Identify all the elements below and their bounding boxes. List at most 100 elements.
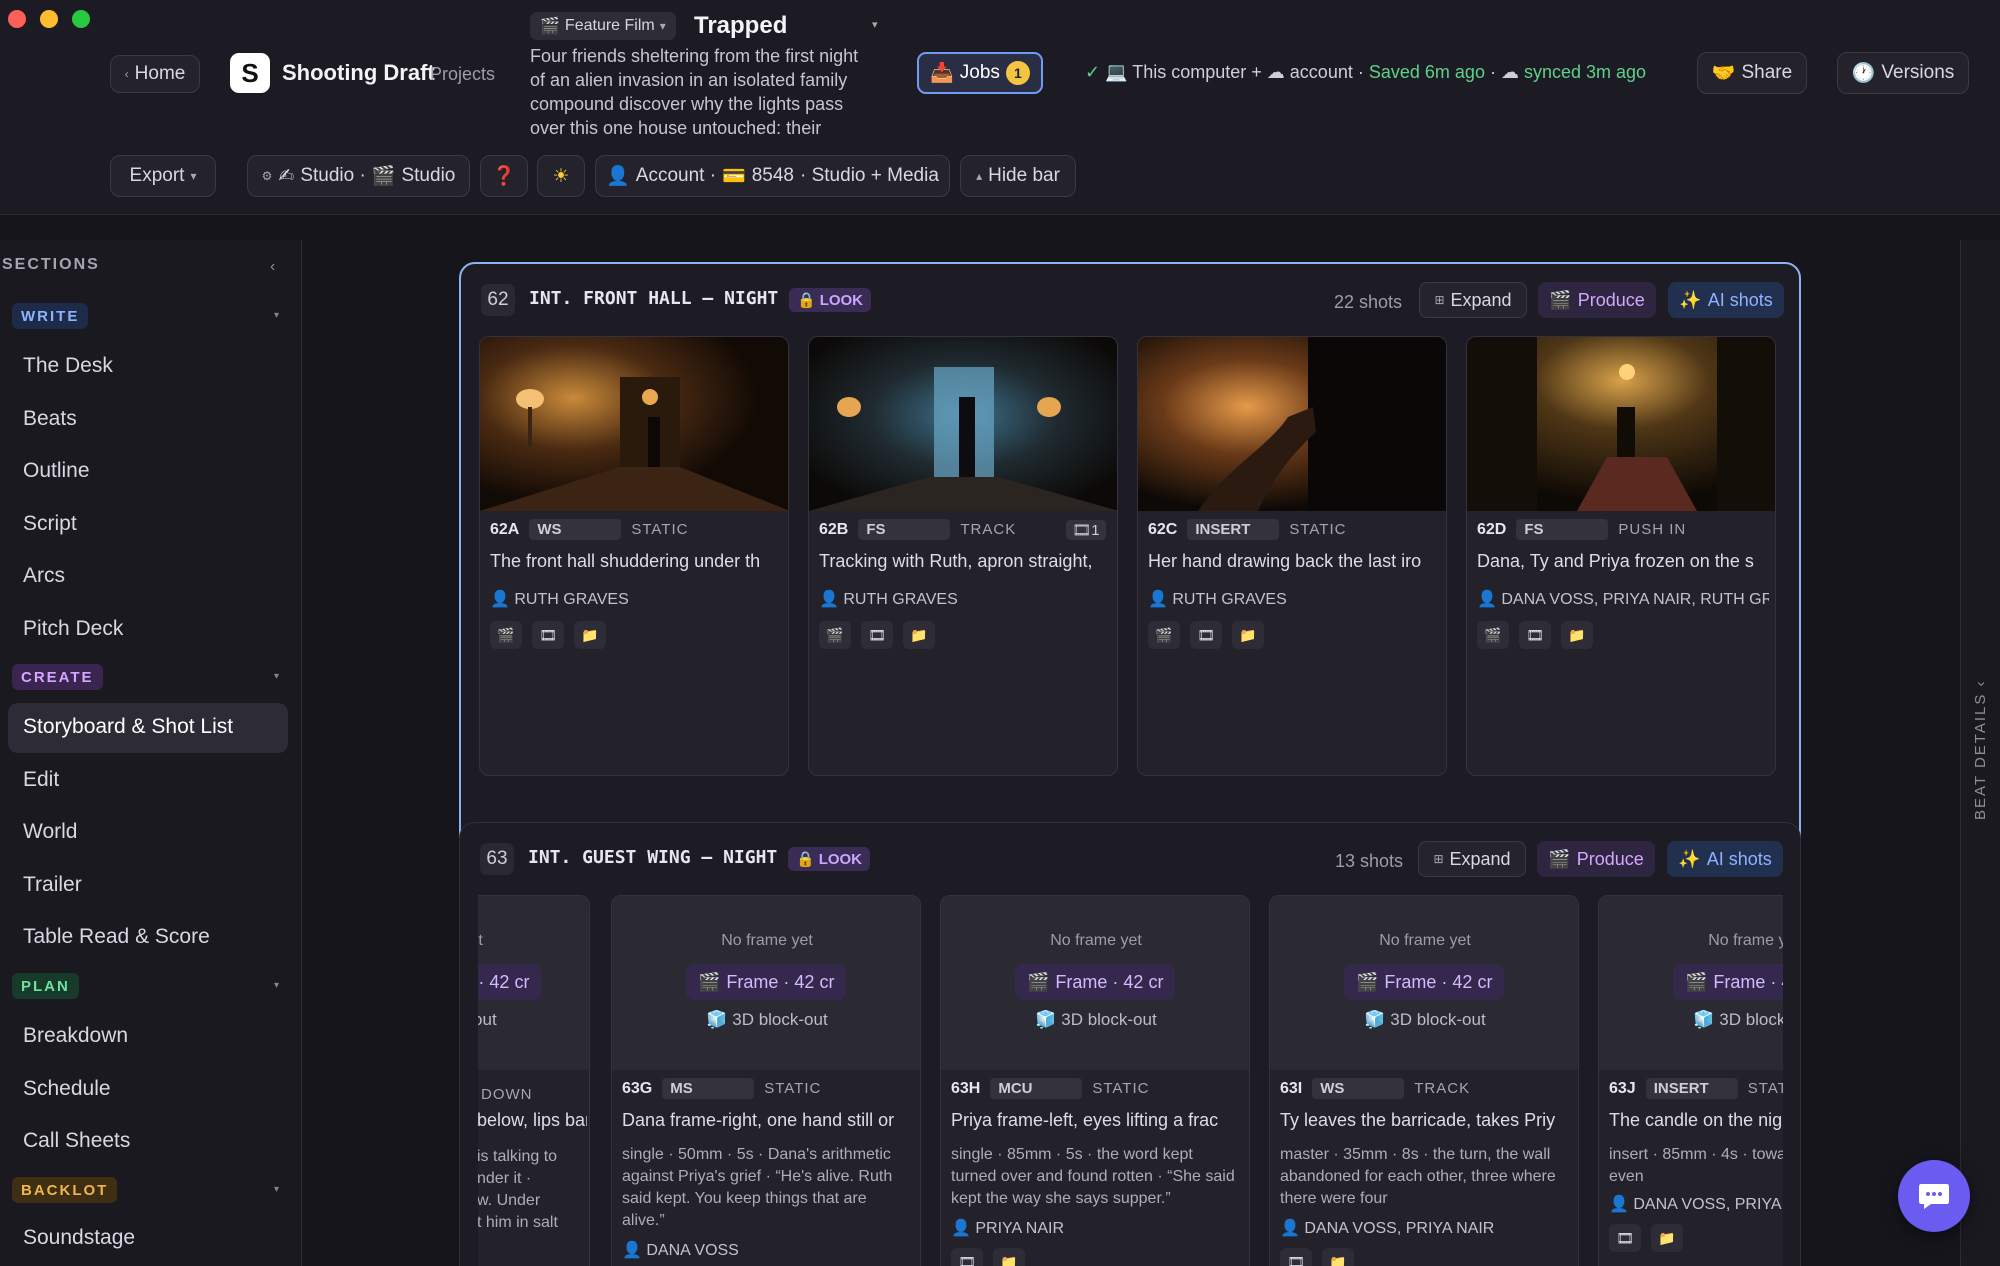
close-window-button[interactable]	[8, 10, 26, 28]
look-badge[interactable]: 🔒 LOOK	[788, 847, 871, 871]
folder-icon[interactable]: 📁	[903, 621, 935, 649]
nav-table-read[interactable]: Table Read & Score	[23, 925, 210, 949]
ai-shots-button[interactable]: ✨ AI shots	[1668, 282, 1784, 318]
produce-button[interactable]: 🎬 Produce	[1537, 841, 1655, 877]
expand-button[interactable]: ⊞ Expand	[1418, 841, 1526, 877]
scene-card-63[interactable]: 63 INT. GUEST WING – NIGHT 🔒 LOOK 13 shot…	[459, 822, 1801, 1266]
theme-toggle[interactable]: ☀	[537, 155, 585, 197]
block-out-button[interactable]: 🧊 3D block-out	[612, 1010, 920, 1030]
shot-card[interactable]: No frame yet 🎬Frame · 42 cr 🧊 3D block-o…	[478, 895, 590, 1266]
look-badge[interactable]: 🔒 LOOK	[789, 288, 872, 312]
nav-beats[interactable]: Beats	[23, 407, 77, 431]
shot-type[interactable]: INSERT	[1645, 1078, 1738, 1099]
shot-card[interactable]: 62A WS STATIC The front hall shuddering …	[479, 336, 789, 776]
takes-badge[interactable]: 🎞1	[1066, 519, 1106, 540]
scene-heading[interactable]: INT. GUEST WING – NIGHT	[528, 847, 777, 868]
film-strip-icon[interactable]: 🎞	[532, 621, 564, 649]
home-button[interactable]: ‹ Home	[110, 55, 200, 93]
group-plan[interactable]: PLAN	[12, 973, 79, 999]
clapper-icon[interactable]: 🎬	[1477, 621, 1509, 649]
frame-button[interactable]: 🎬Frame · 42 cr	[1673, 964, 1783, 1000]
frame-button[interactable]: 🎬Frame · 42 cr	[1344, 964, 1505, 1000]
shot-strip[interactable]: No frame yet 🎬Frame · 42 cr 🧊 3D block-o…	[478, 895, 1783, 1266]
nav-storyboard[interactable]: Storyboard & Shot List	[23, 715, 233, 739]
film-strip-icon[interactable]: 🎞	[1280, 1248, 1312, 1266]
produce-button[interactable]: 🎬 Produce	[1538, 282, 1656, 318]
folder-icon[interactable]: 📁	[1561, 621, 1593, 649]
ai-shots-button[interactable]: ✨ AI shots	[1667, 841, 1783, 877]
folder-icon[interactable]: 📁	[1322, 1248, 1354, 1266]
minimize-window-button[interactable]	[40, 10, 58, 28]
film-strip-icon[interactable]: 🎞	[951, 1248, 983, 1266]
shot-card[interactable]: 62B FS TRACK 🎞1 Tracking with Ruth, apro…	[808, 336, 1118, 776]
camera-move[interactable]: STATIC	[764, 1080, 821, 1097]
shot-card[interactable]: 62D FS PUSH IN Dana, Ty and Priya frozen…	[1466, 336, 1776, 776]
shot-type[interactable]: FS	[1516, 519, 1609, 540]
frame-button[interactable]: 🎬Frame · 42 cr	[686, 964, 847, 1000]
block-out-button[interactable]: 🧊 3D block-out	[478, 1010, 589, 1030]
maximize-window-button[interactable]	[72, 10, 90, 28]
nav-arcs[interactable]: Arcs	[23, 564, 65, 588]
shot-description[interactable]: The front hall shuddering under th	[490, 551, 782, 572]
group-write[interactable]: WRITE	[12, 303, 89, 329]
nav-trailer[interactable]: Trailer	[23, 873, 82, 897]
shot-card[interactable]: No frame yet 🎬Frame · 42 cr 🧊 3D block-o…	[611, 895, 921, 1266]
jobs-button[interactable]: 📥 Jobs 1	[917, 52, 1043, 94]
nav-the-desk[interactable]: The Desk	[23, 354, 113, 378]
shot-frame-thumbnail[interactable]	[480, 337, 789, 511]
folder-icon[interactable]: 📁	[574, 621, 606, 649]
camera-move[interactable]: STATIC	[631, 521, 688, 538]
folder-icon[interactable]: 📁	[1232, 621, 1264, 649]
block-out-button[interactable]: 🧊 3D block-out	[1270, 1010, 1578, 1030]
shot-description[interactable]: Dana, Ty and Priya frozen on the s	[1477, 551, 1769, 572]
camera-move[interactable]: PUSH IN	[1618, 521, 1686, 538]
versions-button[interactable]: 🕐 Versions	[1837, 52, 1969, 94]
block-out-button[interactable]: 🧊 3D block-out	[1599, 1010, 1783, 1030]
clapper-icon[interactable]: 🎬	[1148, 621, 1180, 649]
project-type-dropdown[interactable]: 🎬 Feature Film ▾	[530, 12, 676, 40]
shot-description[interactable]: The candle on the night	[1609, 1110, 1783, 1131]
chevron-down-icon[interactable]: ▾	[274, 1184, 279, 1195]
camera-move[interactable]: TRACK	[960, 521, 1016, 538]
help-button[interactable]: ❓	[480, 155, 528, 197]
nav-call-sheets[interactable]: Call Sheets	[23, 1129, 130, 1153]
collapse-sidebar-icon[interactable]: ‹	[270, 258, 275, 276]
chat-button[interactable]	[1898, 1160, 1970, 1232]
shot-type[interactable]: FS	[858, 519, 951, 540]
film-strip-icon[interactable]: 🎞	[1190, 621, 1222, 649]
nav-world[interactable]: World	[23, 820, 77, 844]
shot-description[interactable]: Priya frame-left, eyes lifting a frac	[951, 1110, 1243, 1131]
chevron-down-icon[interactable]: ▾	[872, 18, 878, 31]
film-title[interactable]: Trapped	[694, 12, 787, 40]
frame-button[interactable]: 🎬Frame · 42 cr	[1015, 964, 1176, 1000]
shot-frame-thumbnail[interactable]	[1467, 337, 1776, 511]
scene-heading[interactable]: INT. FRONT HALL – NIGHT	[529, 288, 778, 309]
shot-type[interactable]: MCU	[990, 1078, 1083, 1099]
chevron-down-icon[interactable]: ▾	[274, 980, 279, 991]
shot-description[interactable]: Ty leaves the barricade, takes Priy	[1280, 1110, 1572, 1131]
film-strip-icon[interactable]: 🎞	[1519, 621, 1551, 649]
nav-pitch-deck[interactable]: Pitch Deck	[23, 617, 123, 641]
folder-icon[interactable]: 📁	[1651, 1224, 1683, 1252]
export-button[interactable]: Export ▾	[110, 155, 216, 197]
shot-card[interactable]: No frame yet 🎬Frame · 42 cr 🧊 3D block-o…	[1269, 895, 1579, 1266]
shot-frame-thumbnail[interactable]	[809, 337, 1118, 511]
chevron-down-icon[interactable]: ▾	[274, 671, 279, 682]
shot-description[interactable]: Dana frame-right, one hand still or	[622, 1110, 914, 1131]
group-backlot[interactable]: BACKLOT	[12, 1177, 118, 1203]
shot-card[interactable]: 62C INSERT STATIC Her hand drawing back …	[1137, 336, 1447, 776]
nav-edit[interactable]: Edit	[23, 768, 59, 792]
shot-card[interactable]: No frame yet 🎬Frame · 42 cr 🧊 3D block-o…	[1598, 895, 1783, 1266]
nav-outline[interactable]: Outline	[23, 459, 90, 483]
frame-button[interactable]: 🎬Frame · 42 cr	[478, 964, 542, 1000]
projects-link[interactable]: Projects	[430, 64, 495, 85]
nav-soundstage[interactable]: Soundstage	[23, 1226, 135, 1250]
clapper-icon[interactable]: 🎬	[819, 621, 851, 649]
camera-move[interactable]: TRACK	[1414, 1080, 1470, 1097]
share-button[interactable]: 🤝 Share	[1697, 52, 1807, 94]
shot-type[interactable]: WS	[529, 519, 622, 540]
shot-description[interactable]: Tracking with Ruth, apron straight,	[819, 551, 1111, 572]
shot-type[interactable]: WS	[1312, 1078, 1405, 1099]
shot-type[interactable]: MS	[662, 1078, 755, 1099]
block-out-button[interactable]: 🧊 3D block-out	[941, 1010, 1249, 1030]
